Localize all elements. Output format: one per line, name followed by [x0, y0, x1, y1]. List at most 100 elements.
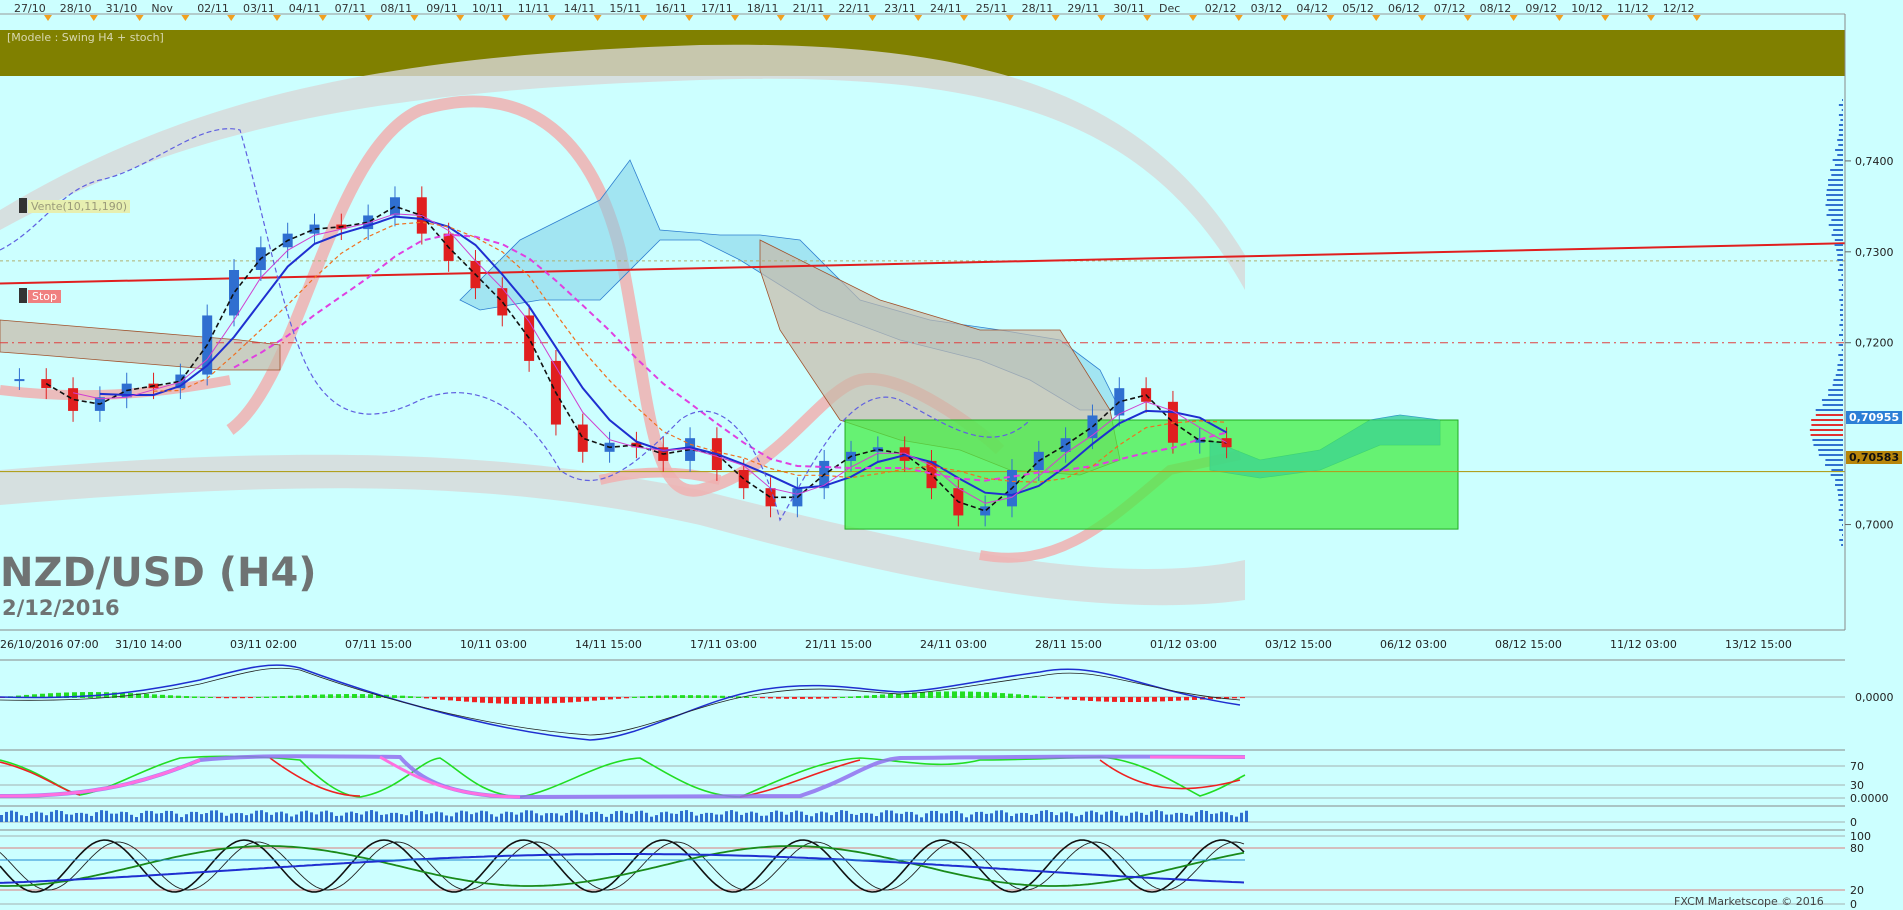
macd-bar	[1056, 697, 1061, 699]
volume-bar	[325, 810, 328, 822]
top-date-label: 05/12	[1342, 2, 1374, 15]
stop-tag-marker	[19, 288, 27, 303]
macd-bar	[1008, 693, 1013, 698]
top-date-label: 27/10	[14, 2, 46, 15]
volume-bar	[1080, 814, 1083, 822]
volume-bar	[880, 812, 883, 822]
date-marker-icon	[914, 15, 923, 21]
top-date-label: 07/11	[335, 2, 367, 15]
volume-bar	[1155, 810, 1158, 822]
stoch-level-label: 0	[1850, 898, 1857, 910]
volume-bar	[420, 811, 423, 822]
time-axis-label: 13/12 15:00	[1725, 638, 1792, 651]
time-axis-label: 03/12 15:00	[1265, 638, 1332, 651]
sell-tag-marker	[19, 198, 27, 213]
time-axis-label: 03/11 02:00	[230, 638, 297, 651]
volume-bar	[140, 813, 143, 822]
macd-bar	[584, 697, 589, 702]
volume-bar	[1135, 811, 1138, 822]
macd-bar	[1128, 697, 1133, 703]
date-marker-icon	[1051, 15, 1060, 21]
volume-bar	[925, 813, 928, 822]
top-date-label: Dec	[1159, 2, 1180, 15]
volume-bar	[670, 813, 673, 822]
macd-bar	[1168, 697, 1173, 702]
volume-bar	[125, 812, 128, 822]
macd-bar	[1064, 697, 1069, 700]
volume-bar	[1060, 812, 1063, 822]
top-date-label: 09/12	[1525, 2, 1557, 15]
macd-bar	[864, 695, 869, 698]
volume-bar	[875, 816, 878, 822]
macd-bar	[528, 697, 533, 704]
top-date-label: 04/12	[1296, 2, 1328, 15]
macd-bar	[432, 697, 437, 700]
volume-bar	[90, 815, 93, 822]
volume-bar	[900, 813, 903, 822]
volume-bar	[715, 814, 718, 822]
volume-bar	[400, 814, 403, 822]
volume-bar	[560, 815, 563, 822]
top-date-label: 18/11	[747, 2, 779, 15]
macd-bar	[848, 696, 853, 698]
top-date-label: 02/11	[197, 2, 229, 15]
top-date-label: 10/12	[1571, 2, 1603, 15]
volume-bar	[980, 811, 983, 822]
date-marker-icon	[1692, 15, 1701, 21]
time-axis-label: 26/10/2016 07:00	[0, 638, 99, 651]
price-tick-label: 0,7200	[1855, 337, 1894, 350]
volume-bar	[885, 810, 888, 822]
volume-bar	[1225, 812, 1228, 822]
volume-bar	[850, 813, 853, 822]
macd-bar	[544, 697, 549, 704]
volume-bar	[1220, 811, 1223, 822]
date-marker-icon	[1143, 15, 1152, 21]
volume-bar	[155, 813, 158, 822]
time-axis-label: 07/11 15:00	[345, 638, 412, 651]
macd-bar	[448, 697, 453, 701]
macd-bar	[1240, 697, 1245, 699]
macd-bar	[680, 695, 685, 698]
macd-signal-line	[0, 667, 1241, 736]
candle	[1060, 438, 1071, 452]
volume-bar	[205, 813, 208, 822]
macd-bar	[1040, 696, 1045, 698]
macd-bar	[272, 696, 277, 698]
volume-bar	[1190, 815, 1193, 822]
volume-bar	[630, 813, 633, 822]
stop-tag[interactable]: Stop	[28, 290, 62, 303]
top-date-label: 16/11	[655, 2, 687, 15]
volume-bar	[995, 810, 998, 822]
volume-bar	[380, 814, 383, 822]
volume-bar	[145, 810, 148, 822]
top-date-label: 10/11	[472, 2, 504, 15]
macd-bar	[792, 697, 797, 699]
macd-bar	[576, 697, 581, 702]
chart-canvas[interactable]: 27/10 28/10 31/10 Nov 02/11 03/11 04/11 07/11 08…	[0, 0, 1903, 910]
volume-bar	[865, 812, 868, 822]
volume-bar	[1140, 812, 1143, 822]
volume-bar	[1105, 811, 1108, 822]
volume-bar	[370, 810, 373, 822]
volume-bar	[430, 813, 433, 822]
chart-date: 2/12/2016	[2, 596, 120, 620]
volume-bar	[260, 810, 263, 822]
volume-bar	[390, 812, 393, 822]
date-marker-icon	[1097, 15, 1106, 21]
volume-bar	[495, 816, 498, 822]
copyright: FXCM Marketscope © 2016	[1674, 895, 1824, 908]
top-date-label: 03/11	[243, 2, 275, 15]
volume-bar	[1075, 816, 1078, 822]
volume-bar	[580, 812, 583, 822]
macd-bar	[920, 692, 925, 698]
volume-bar	[110, 813, 113, 822]
volume-bar	[230, 813, 233, 822]
volume-bar	[80, 812, 83, 822]
macd-bar	[176, 695, 181, 698]
volume-bar	[765, 815, 768, 822]
top-date-label: 08/11	[380, 2, 412, 15]
macd-bar	[672, 695, 677, 698]
time-axis-label: 24/11 03:00	[920, 638, 987, 651]
sell-tag[interactable]: Vente(10,11,190)	[28, 200, 131, 213]
volume-bar	[70, 814, 73, 822]
